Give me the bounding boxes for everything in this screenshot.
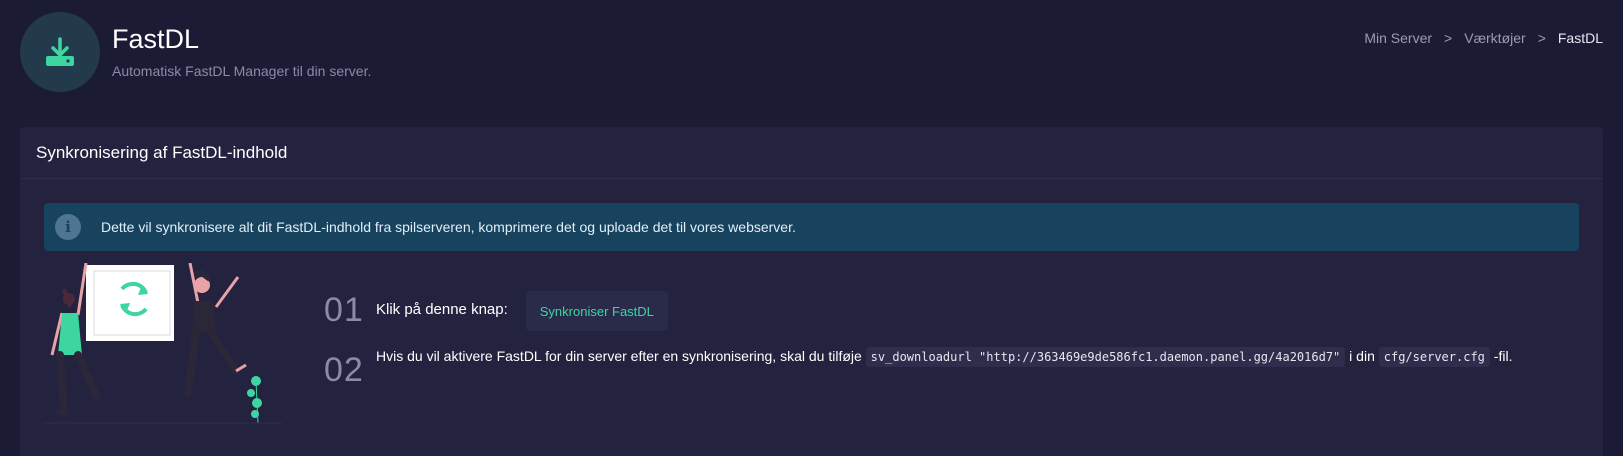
info-icon: i: [55, 214, 81, 240]
step-2: 02 Hvis du vil aktivere FastDL for din s…: [324, 343, 1546, 390]
alert-text: Dette vil synkronisere alt dit FastDL-in…: [101, 219, 796, 235]
breadcrumb-item-min-server[interactable]: Min Server: [1364, 30, 1432, 46]
breadcrumb-separator: >: [1537, 30, 1546, 46]
page-subtitle: Automatisk FastDL Manager til din server…: [112, 63, 372, 79]
page-header: FastDL Automatisk FastDL Manager til din…: [20, 12, 1603, 94]
step-number: 01: [324, 291, 364, 329]
step-text-before: Hvis du vil aktivere FastDL for din serv…: [376, 348, 862, 364]
card-title: Synkronisering af FastDL-indhold: [36, 142, 288, 162]
step-text-middle: i din: [1349, 348, 1375, 364]
breadcrumb-separator: >: [1444, 30, 1453, 46]
download-url-code: sv_downloadurl "http://363469e9de586fc1.…: [865, 347, 1346, 367]
sync-fastdl-button[interactable]: Synkroniser FastDL: [525, 291, 668, 331]
fastdl-page: FastDL Automatisk FastDL Manager til din…: [0, 0, 1623, 456]
step-text: Klik på denne knap:: [376, 301, 508, 318]
config-file-code: cfg/server.cfg: [1378, 347, 1490, 367]
page-title: FastDL: [112, 24, 200, 54]
step-number: 02: [324, 351, 364, 389]
breadcrumb-item-fastdl: FastDL: [1557, 30, 1603, 46]
sync-card: Synkronisering af FastDL-indhold i Dette…: [20, 127, 1603, 456]
breadcrumb-item-vaerktojer[interactable]: Værktøjer: [1464, 30, 1525, 46]
step-text-after: -fil.: [1493, 348, 1513, 364]
step-1: 01 Klik på denne knap: Synkroniser FastD…: [324, 291, 668, 331]
breadcrumb: Min Server > Værktøjer > FastDL: [1364, 30, 1603, 46]
info-alert: i Dette vil synkronisere alt dit FastDL-…: [44, 203, 1579, 251]
download-icon: [20, 12, 100, 92]
step-text: Hvis du vil aktivere FastDL for din serv…: [376, 343, 1546, 370]
sync-illustration: [42, 262, 282, 433]
card-header: Synkronisering af FastDL-indhold: [20, 127, 1603, 179]
